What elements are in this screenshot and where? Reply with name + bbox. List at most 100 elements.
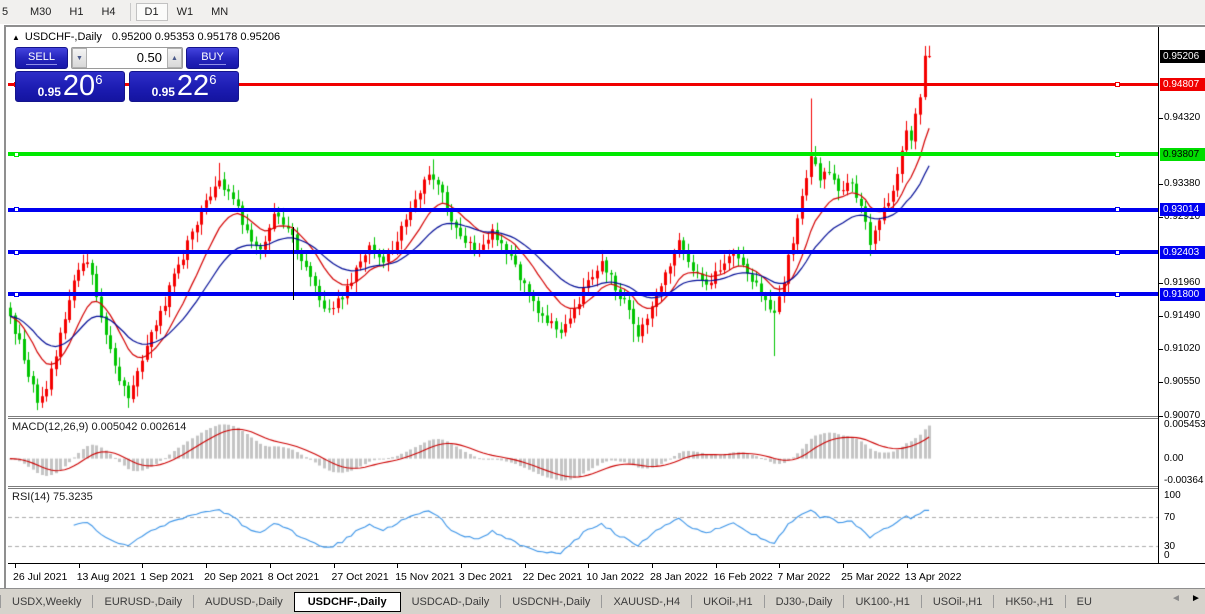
- timeframe-button-mn[interactable]: MN: [202, 3, 237, 21]
- line-handle[interactable]: [14, 249, 19, 255]
- date-tick: [142, 564, 144, 568]
- timeframe-button-h1[interactable]: H1: [60, 3, 92, 21]
- chart-tab-ukoil-h1[interactable]: UKOil-,H1: [692, 593, 764, 611]
- timeframe-button-d1[interactable]: D1: [135, 3, 168, 21]
- tab-scroll-arrows: ◄ ►: [1169, 593, 1203, 604]
- price-badge: 0.93014: [1160, 203, 1205, 216]
- sell-button-label: SELL: [26, 51, 57, 65]
- line-handle[interactable]: [1115, 249, 1120, 255]
- date-tick: [15, 564, 16, 568]
- date-label: 26 Jul 2021: [13, 571, 68, 583]
- volume-input[interactable]: 0.50: [87, 48, 167, 68]
- date-label: 22 Dec 2021: [522, 571, 583, 583]
- price-tick: [1159, 349, 1163, 351]
- line-handle[interactable]: [1115, 151, 1120, 157]
- timeframe-button-w1[interactable]: W1: [168, 3, 203, 21]
- date-axis[interactable]: 26 Jul 2021 13 Aug 2021 1 Sep 2021 20 Sep 2…: [8, 563, 1205, 588]
- price-badge: 0.91800: [1160, 287, 1205, 301]
- chart-tab-eurusd-daily[interactable]: EURUSD-,Daily: [93, 593, 193, 611]
- macd-indicator-label: MACD(12,26,9): [12, 421, 89, 433]
- price-tick: [1159, 381, 1163, 383]
- date-tick: [206, 564, 208, 568]
- rsi-axis-label: 100: [1164, 490, 1181, 502]
- price-tick-label: 0.91020: [1164, 343, 1201, 355]
- price-tick-label: 0.94320: [1164, 112, 1201, 124]
- line-handle[interactable]: [14, 291, 19, 297]
- line-handle[interactable]: [1115, 291, 1120, 297]
- date-tick: [397, 564, 399, 568]
- price-tick: [1159, 118, 1163, 120]
- price-tick: [1159, 183, 1163, 185]
- macd-axis-label: 0.00: [1164, 452, 1184, 464]
- horizontal-line-0.93014[interactable]: [8, 207, 1158, 212]
- chart-tab-hk50-h1[interactable]: HK50-,H1: [994, 593, 1064, 611]
- chart-tab-xauusd-h4[interactable]: XAUUSD-,H4: [602, 593, 691, 611]
- price-badge: 0.92403: [1160, 245, 1205, 259]
- chart-tab-audusd-daily[interactable]: AUDUSD-,Daily: [194, 593, 294, 611]
- macd-label-row: MACD(12,26,9) 0.005042 0.002614: [12, 421, 186, 433]
- price-badge: 0.95206: [1160, 49, 1205, 63]
- one-click-trading-panel: SELL ▼ 0.50 ▲ BUY 0.95 20 6 0.95 22 6: [15, 47, 239, 102]
- price-tick-label: 0.93380: [1164, 177, 1201, 189]
- date-tick: [906, 564, 908, 568]
- horizontal-line-0.93807[interactable]: [8, 152, 1158, 156]
- date-tick: [588, 564, 590, 568]
- buy-price-quote[interactable]: 0.95 22 6: [129, 71, 239, 102]
- date-tick: [460, 564, 462, 568]
- rsi-axis-label: 70: [1164, 512, 1176, 523]
- chart-tab-usdx-weekly[interactable]: USDX,Weekly: [1, 593, 92, 611]
- line-handle[interactable]: [1115, 207, 1120, 212]
- line-handle[interactable]: [1115, 81, 1120, 87]
- sell-button[interactable]: SELL: [15, 47, 68, 69]
- line-handle[interactable]: [14, 207, 19, 212]
- date-label: 8 Oct 2021: [267, 571, 320, 583]
- timeframe-button-m30[interactable]: M30: [21, 3, 60, 21]
- chart-tab-bar: USDX,Weekly EURUSD-,Daily AUDUSD-,Daily USD…: [0, 589, 1205, 614]
- rsi-axis-label: 0: [1164, 550, 1170, 561]
- chart-tab-usoil-h1[interactable]: USOil-,H1: [922, 593, 994, 611]
- date-label: 15 Nov 2021: [395, 571, 455, 583]
- price-tick: [1159, 415, 1163, 417]
- rsi-label-row: RSI(14) 75.3235: [12, 491, 93, 503]
- chart-tab-usdcad-daily[interactable]: USDCAD-,Daily: [401, 593, 501, 611]
- timeframe-button-5[interactable]: 5: [0, 3, 21, 21]
- date-label: 13 Apr 2022: [904, 571, 962, 583]
- date-tick: [524, 564, 526, 568]
- horizontal-line-0.92403[interactable]: [8, 250, 1158, 255]
- line-handle[interactable]: [14, 151, 19, 157]
- price-tick: [1159, 283, 1163, 285]
- buy-price-prefix: 0.95: [151, 85, 175, 99]
- date-tick: [78, 564, 80, 568]
- volume-increase-button[interactable]: ▲: [167, 48, 182, 68]
- sell-price-quote[interactable]: 0.95 20 6: [15, 71, 125, 102]
- macd-main-value: 0.005042: [91, 421, 138, 433]
- toolbar-separator: [129, 3, 131, 21]
- date-label: 27 Oct 2021: [331, 571, 389, 583]
- chart-tab-eu[interactable]: EU: [1066, 593, 1103, 611]
- price-badge: 0.93807: [1160, 147, 1205, 161]
- horizontal-line-0.918[interactable]: [8, 292, 1158, 297]
- buy-price-big-digits: 22: [176, 70, 210, 102]
- price-tick: [1159, 316, 1163, 318]
- vertical-line-object[interactable]: [293, 227, 294, 300]
- rsi-indicator-canvas[interactable]: [8, 489, 1158, 563]
- tab-scroll-left-icon[interactable]: ◄: [1169, 593, 1183, 604]
- date-label: 3 Dec 2021: [458, 571, 513, 583]
- chart-tab-uk100-h1[interactable]: UK100-,H1: [844, 593, 920, 611]
- chart-tab-usdchf-daily[interactable]: USDCHF-,Daily: [293, 591, 401, 612]
- timeframe-button-h4[interactable]: H4: [92, 3, 124, 21]
- volume-decrease-button[interactable]: ▼: [72, 48, 87, 68]
- chart-title-bar: ▲ USDCHF-,Daily 0.95200 0.95353 0.95178 …: [12, 30, 280, 44]
- price-scale-axis[interactable]: 0.94320 0.93380 0.92910 0.91960 0.91490 0.910…: [1159, 27, 1205, 563]
- collapse-triangle-icon[interactable]: ▲: [12, 33, 20, 42]
- date-label: 16 Feb 2022: [713, 571, 773, 583]
- price-tick-label: 0.91960: [1164, 277, 1201, 289]
- date-tick: [715, 564, 717, 568]
- volume-spinner: ▼ 0.50 ▲: [71, 47, 183, 69]
- date-tick: [269, 564, 271, 568]
- tab-scroll-right-icon[interactable]: ►: [1189, 593, 1203, 604]
- chart-tab-usdcnh-daily[interactable]: USDCNH-,Daily: [501, 593, 601, 611]
- buy-button[interactable]: BUY: [186, 47, 239, 69]
- chart-tab-dj30-daily[interactable]: DJ30-,Daily: [765, 593, 844, 611]
- date-tick: [652, 564, 653, 568]
